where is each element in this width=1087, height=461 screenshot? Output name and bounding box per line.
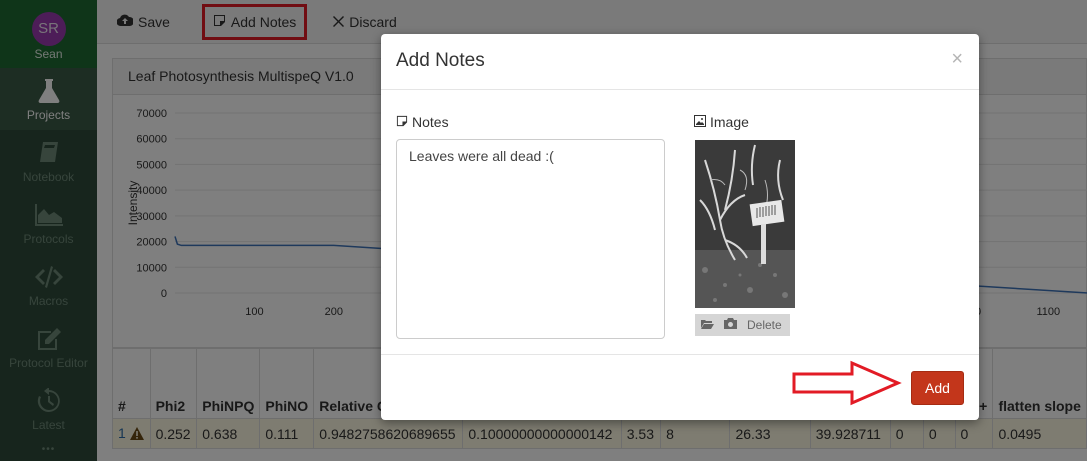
image-icon: [694, 114, 706, 130]
close-icon[interactable]: ×: [951, 48, 963, 71]
camera-icon[interactable]: [724, 318, 737, 332]
note-icon: [396, 114, 408, 130]
folder-open-icon[interactable]: [701, 318, 714, 332]
modal-header: Add Notes ×: [381, 34, 979, 90]
modal-body: Notes Leaves were all dead :( Image Dele…: [381, 90, 979, 354]
annotation-arrow-icon: [792, 360, 902, 406]
add-button[interactable]: Add: [911, 371, 964, 405]
image-label: Image: [694, 114, 749, 130]
notes-textarea[interactable]: Leaves were all dead :(: [396, 139, 665, 339]
delete-image-button[interactable]: Delete: [747, 318, 782, 332]
plant-photo: [695, 140, 795, 308]
notes-label-text: Notes: [412, 114, 449, 130]
image-toolbar: Delete: [695, 314, 790, 336]
notes-label: Notes: [396, 114, 449, 130]
image-label-text: Image: [710, 114, 749, 130]
modal-title: Add Notes: [396, 50, 485, 71]
